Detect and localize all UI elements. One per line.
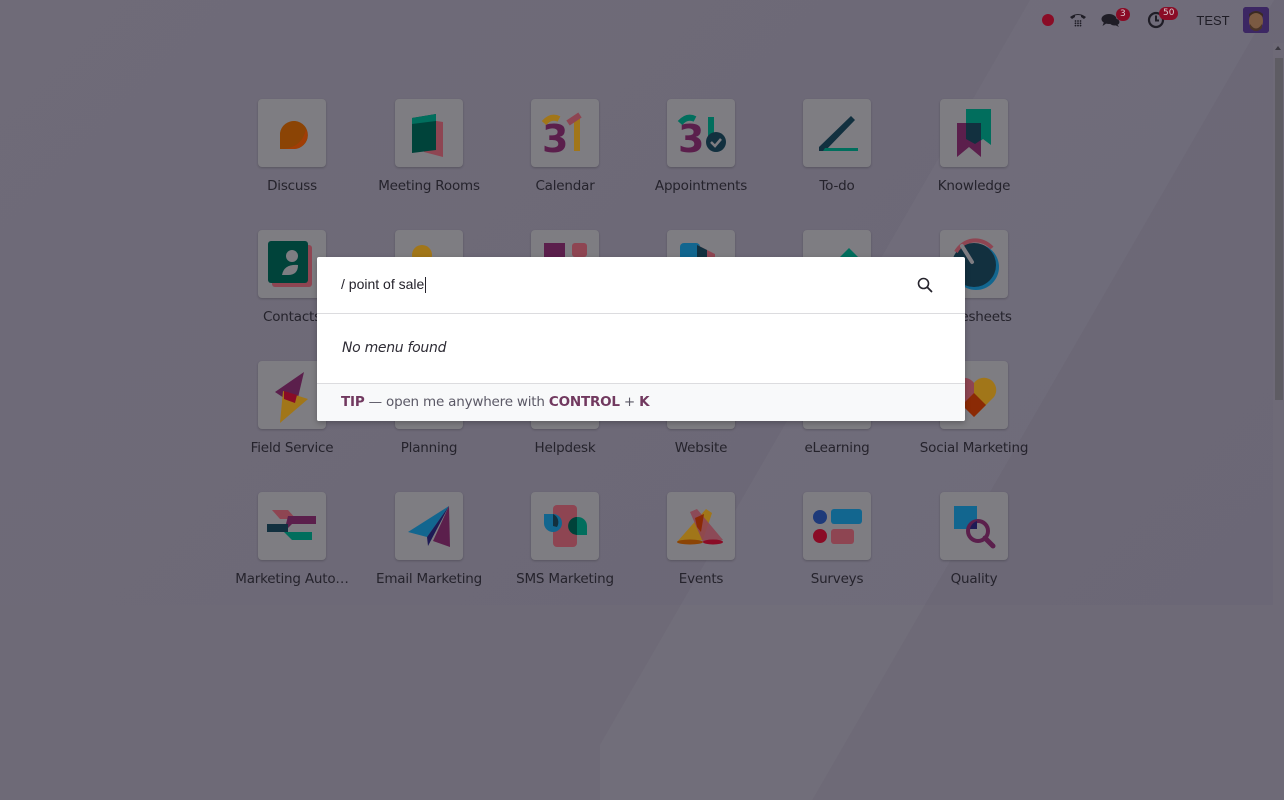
calendar-icon: 3 <box>541 112 582 161</box>
todo-icon <box>819 116 858 151</box>
appointments-icon: 3 <box>677 114 726 161</box>
app-label: Knowledge <box>937 178 1011 194</box>
app-meeting-rooms[interactable]: Meeting Rooms <box>359 99 499 194</box>
phone-icon <box>1070 14 1086 27</box>
sms-marketing-icon <box>544 505 587 547</box>
command-results: No menu found <box>317 314 965 384</box>
messages-badge: 3 <box>1116 8 1130 21</box>
app-tile <box>940 492 1008 560</box>
command-palette-search: / point of sale <box>317 257 965 314</box>
app-label: Meeting Rooms <box>378 178 480 194</box>
app-label: To-do <box>819 178 855 194</box>
app-marketing-automation[interactable]: Marketing Auto… <box>222 492 362 587</box>
app-appointments[interactable]: 3 Appointments <box>631 99 771 194</box>
knowledge-icon <box>957 109 991 157</box>
text-caret <box>425 277 427 294</box>
app-label: Social Marketing <box>919 440 1029 456</box>
app-label: Website <box>674 440 728 456</box>
app-label: Planning <box>400 440 458 456</box>
app-tile <box>531 492 599 560</box>
app-discuss[interactable]: Discuss <box>222 99 362 194</box>
status-dot-icon <box>1042 14 1054 26</box>
app-label: Calendar <box>535 178 595 194</box>
no-results-message: No menu found <box>342 340 447 356</box>
app-label: Field Service <box>250 440 334 456</box>
search-icon[interactable] <box>917 277 933 293</box>
app-tile <box>667 492 735 560</box>
app-tile <box>940 99 1008 167</box>
company-switcher[interactable]: TEST <box>1196 0 1230 40</box>
tip-plus: + <box>619 394 640 410</box>
search-input-value: / point of sale <box>341 276 425 292</box>
tip-label: TIP <box>341 394 365 410</box>
command-palette-tip: TIP — open me anywhere with CONTROL + K <box>317 384 965 421</box>
scrollbar-thumb[interactable] <box>1275 58 1283 400</box>
quality-icon <box>954 506 996 549</box>
app-label: SMS Marketing <box>516 571 614 587</box>
tip-text: TIP — open me anywhere with CONTROL + K <box>341 394 650 410</box>
tip-shortcut-key2: K <box>639 394 650 410</box>
app-label: eLearning <box>804 440 870 456</box>
discuss-icon <box>280 121 308 149</box>
app-label: Discuss <box>267 178 317 194</box>
user-name: TEST <box>1196 12 1230 28</box>
app-todo[interactable]: To-do <box>767 99 907 194</box>
events-icon <box>677 509 723 545</box>
app-surveys[interactable]: Surveys <box>767 492 907 587</box>
status-indicator[interactable] <box>1040 0 1056 40</box>
messages-button[interactable]: 3 <box>1100 0 1140 40</box>
user-menu-button[interactable] <box>1243 0 1269 40</box>
app-label: Helpdesk <box>534 440 596 456</box>
app-tile <box>803 99 871 167</box>
command-palette: / point of sale No menu found TIP — open… <box>317 257 965 421</box>
app-email-marketing[interactable]: Email Marketing <box>359 492 499 587</box>
command-search-input[interactable]: / point of sale <box>341 276 881 294</box>
meeting-rooms-icon <box>412 114 443 157</box>
app-label: Appointments <box>654 178 748 194</box>
activities-badge: 50 <box>1159 7 1179 20</box>
app-label: Marketing Auto… <box>235 571 349 587</box>
tip-description: — open me anywhere with <box>364 394 549 410</box>
app-sms-marketing[interactable]: SMS Marketing <box>495 492 635 587</box>
app-label: Email Marketing <box>375 571 483 587</box>
contacts-icon <box>268 241 312 287</box>
tip-shortcut-key1: CONTROL <box>548 394 620 410</box>
app-label: Surveys <box>810 571 864 587</box>
app-tile <box>258 361 326 429</box>
app-tile: 3 <box>531 99 599 167</box>
avatar <box>1243 7 1269 33</box>
app-events[interactable]: Events <box>631 492 771 587</box>
app-tile: 3 <box>667 99 735 167</box>
app-tile <box>803 492 871 560</box>
field-service-icon <box>275 372 308 423</box>
activities-button[interactable]: 50 <box>1146 0 1186 40</box>
app-calendar[interactable]: 3 Calendar <box>495 99 635 194</box>
app-label: Quality <box>950 571 998 587</box>
app-tile <box>395 492 463 560</box>
app-knowledge[interactable]: Knowledge <box>904 99 1044 194</box>
app-label: Events <box>678 571 724 587</box>
app-tile <box>258 230 326 298</box>
scroll-up-arrow-icon[interactable] <box>1275 46 1281 50</box>
marketing-automation-icon <box>267 510 316 540</box>
app-tile <box>395 99 463 167</box>
email-marketing-icon <box>408 506 450 547</box>
surveys-icon <box>813 509 862 544</box>
app-tile <box>258 492 326 560</box>
voip-button[interactable] <box>1066 0 1090 40</box>
app-tile <box>258 99 326 167</box>
app-quality[interactable]: Quality <box>904 492 1044 587</box>
